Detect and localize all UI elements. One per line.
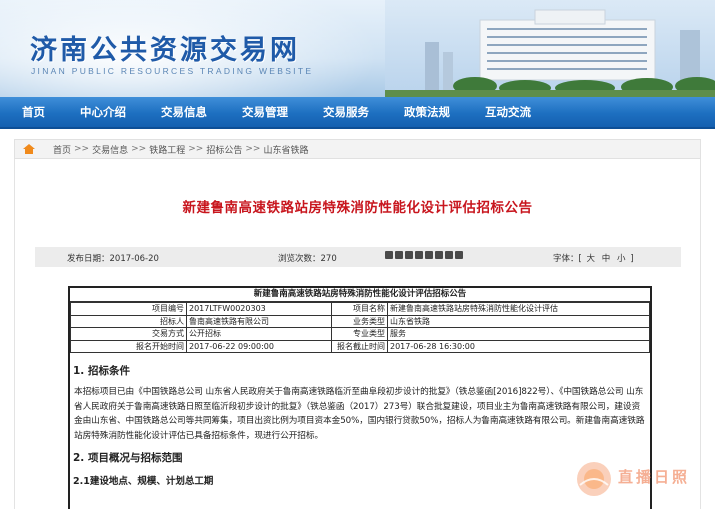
share-icon[interactable] <box>455 251 463 259</box>
view-count: 浏览次数：270 <box>278 254 337 264</box>
breadcrumb-item-trade-info[interactable]: 交易信息 <box>92 143 128 156</box>
share-icon[interactable] <box>395 251 403 259</box>
table-row: 报名开始时间 2017-06-22 09:00:00 报名截止时间 2017-0… <box>70 339 650 353</box>
section-heading-tender-conditions: 1. 招标条件 <box>73 365 130 377</box>
section-heading-project-overview: 2. 项目概况与招标范围 <box>73 452 183 464</box>
share-buttons <box>385 251 463 259</box>
nav-item-center-intro[interactable]: 中心介绍 <box>80 104 126 120</box>
site-subtitle: JINAN PUBLIC RESOURCES TRADING WEBSITE <box>31 66 314 76</box>
building-image <box>385 0 715 97</box>
breadcrumb-item-shandong-railway[interactable]: 山东省铁路 <box>263 143 308 156</box>
home-icon <box>23 144 35 154</box>
table-cell: 服务 <box>387 327 650 341</box>
table-cell: 专业类型 <box>331 327 388 341</box>
table-cell: 鲁南高速铁路有限公司 <box>186 314 332 328</box>
nav-item-trade-service[interactable]: 交易服务 <box>323 104 369 120</box>
table-cell: 项目编号 <box>70 302 187 316</box>
breadcrumb-item-home[interactable]: 首页 <box>53 143 71 156</box>
nav-item-home[interactable]: 首页 <box>22 104 45 120</box>
font-small-button[interactable]: 小 <box>617 254 626 264</box>
breadcrumb-separator: >> <box>131 144 147 154</box>
table-cell: 交易方式 <box>70 327 187 341</box>
page: 济南公共资源交易网 JINAN PUBLIC RESOURCES TRADING… <box>0 0 715 509</box>
table-cell: 项目名称 <box>331 302 388 316</box>
table-cell: 招标人 <box>70 314 187 328</box>
site-banner: 济南公共资源交易网 JINAN PUBLIC RESOURCES TRADING… <box>0 0 715 97</box>
table-cell: 报名开始时间 <box>70 339 187 353</box>
table-cell: 业务类型 <box>331 314 388 328</box>
table-row: 招标人 鲁南高速铁路有限公司 业务类型 山东省铁路 <box>70 314 650 328</box>
table-row: 项目编号 2017LTFW0020303 项目名称 新建鲁南高速铁路站房特殊消防… <box>70 302 650 316</box>
table-row: 交易方式 公开招标 专业类型 服务 <box>70 327 650 341</box>
nav-item-trade-info[interactable]: 交易信息 <box>161 104 207 120</box>
main-nav: 首页 中心介绍 交易信息 交易管理 交易服务 政策法规 互动交流 <box>0 97 715 129</box>
table-cell: 新建鲁南高速铁路站房特殊消防性能化设计评估 <box>387 302 650 316</box>
breadcrumb-separator: >> <box>188 144 204 154</box>
publish-date: 发布日期：2017-06-20 <box>67 254 159 264</box>
font-size-switcher: 字体：[ 大 中 小 ] <box>553 254 634 264</box>
table-cell: 山东省铁路 <box>387 314 650 328</box>
share-icon[interactable] <box>425 251 433 259</box>
section-heading-location-scale: 2.1建设地点、规模、计划总工期 <box>73 476 214 487</box>
table-cell: 公开招标 <box>186 327 332 341</box>
breadcrumb-item-railway[interactable]: 铁路工程 <box>149 143 185 156</box>
breadcrumb-separator: >> <box>74 144 90 154</box>
table-cell: 报名截止时间 <box>331 339 388 353</box>
watermark-text: 直播日照 <box>618 468 691 486</box>
table-cell: 2017LTFW0020303 <box>186 302 332 316</box>
nav-item-interaction[interactable]: 互动交流 <box>485 104 531 120</box>
document-heading: 新建鲁南高速铁路站房特殊消防性能化设计评估招标公告 <box>70 288 650 302</box>
share-icon[interactable] <box>385 251 393 259</box>
breadcrumb: 首页 >> 交易信息 >> 铁路工程 >> 招标公告 >> 山东省铁路 <box>14 139 701 159</box>
share-icon[interactable] <box>405 251 413 259</box>
table-cell: 2017-06-22 09:00:00 <box>186 339 332 353</box>
font-large-button[interactable]: 大 <box>587 254 596 264</box>
share-icon[interactable] <box>435 251 443 259</box>
project-info-table: 项目编号 2017LTFW0020303 项目名称 新建鲁南高速铁路站房特殊消防… <box>70 302 650 353</box>
article-meta-bar: 发布日期：2017-06-20 浏览次数：270 字体：[ 大 中 小 ] <box>35 247 681 267</box>
share-icon[interactable] <box>415 251 423 259</box>
share-icon[interactable] <box>445 251 453 259</box>
breadcrumb-separator: >> <box>245 144 261 154</box>
nav-item-policy[interactable]: 政策法规 <box>404 104 450 120</box>
tender-conditions-paragraph: 本招标项目已由《中国铁路总公司 山东省人民政府关于鲁南高速铁路临沂至曲阜段初步设… <box>74 387 645 441</box>
site-title: 济南公共资源交易网 <box>30 35 300 66</box>
font-medium-button[interactable]: 中 <box>602 254 611 264</box>
announcement-document: 新建鲁南高速铁路站房特殊消防性能化设计评估招标公告 项目编号 2017LTFW0… <box>68 286 652 509</box>
nav-item-trade-management[interactable]: 交易管理 <box>242 104 288 120</box>
table-cell: 2017-06-28 16:30:00 <box>387 339 650 353</box>
breadcrumb-item-tender-notice[interactable]: 招标公告 <box>206 143 242 156</box>
article-title: 新建鲁南高速铁路站房特殊消防性能化设计评估招标公告 <box>182 200 533 216</box>
